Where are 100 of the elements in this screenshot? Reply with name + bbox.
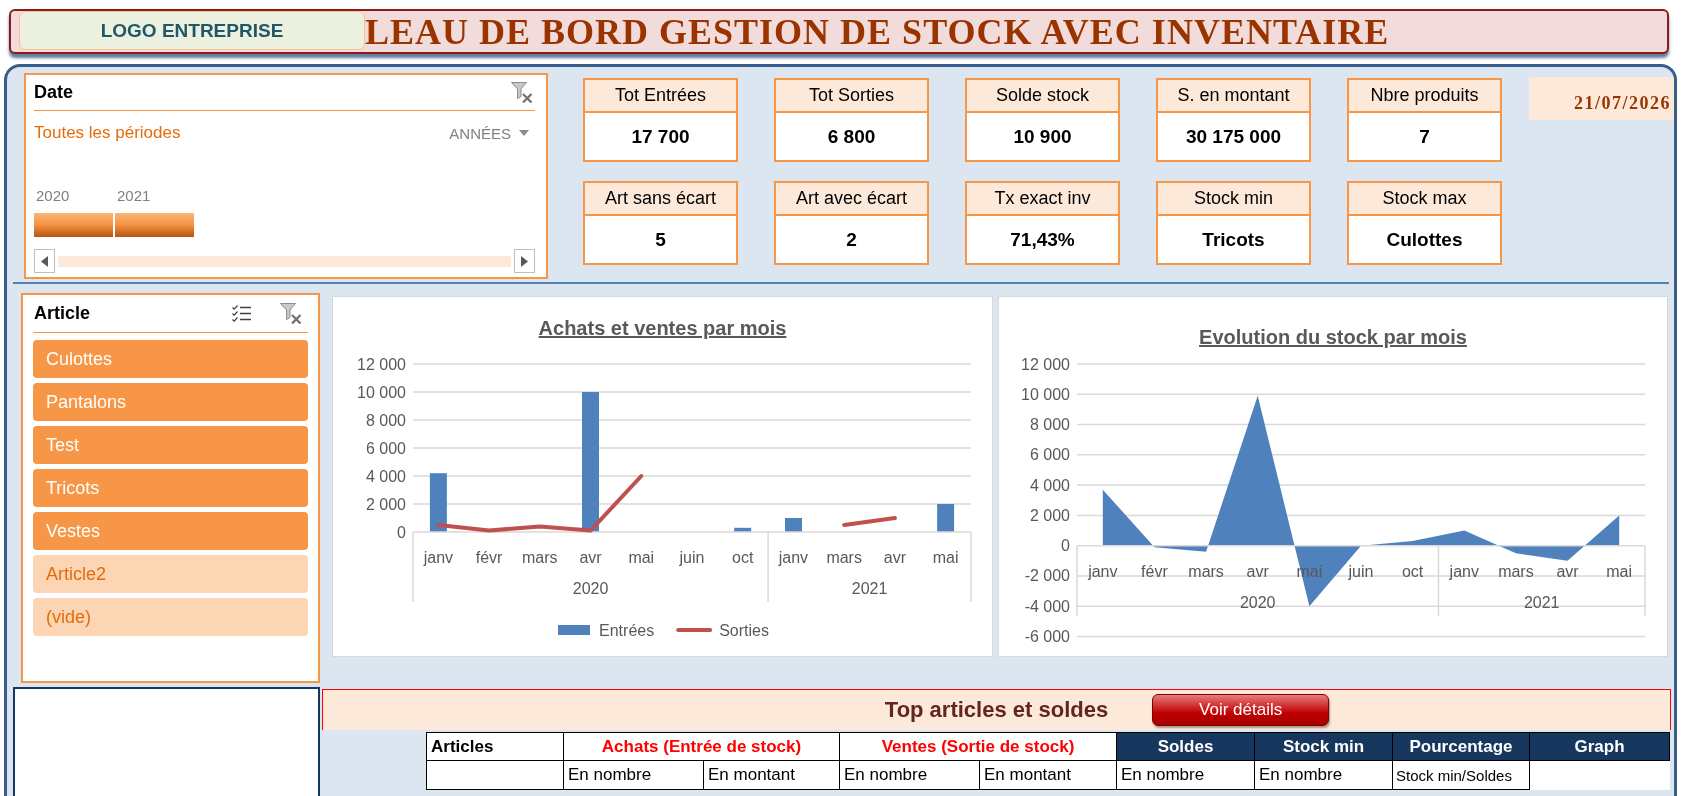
column-subheader: En nombre (1116, 760, 1255, 790)
x-axis-label: mai (1606, 562, 1633, 580)
kpi-label: Nbre produits (1349, 80, 1500, 113)
y-axis-label: -2 000 (1024, 567, 1070, 585)
column-subheader: En montant (979, 760, 1117, 790)
slicer-item[interactable]: Pantalons (33, 383, 308, 421)
period-unit-dropdown[interactable]: ANNÉES (449, 124, 529, 142)
legend-label: Sorties (719, 622, 769, 639)
slicer-title: Article (34, 303, 91, 324)
caret-icon (519, 130, 529, 136)
kpi-value: 30 175 000 (1185, 125, 1282, 148)
x-axis-label: mars (1498, 562, 1534, 580)
kpi-label: Stock max (1349, 183, 1500, 216)
chart-title: Achats et ventes par mois (538, 317, 787, 339)
y-axis-label: 8 000 (1029, 416, 1070, 434)
kpi-label: S. en montant (1158, 80, 1309, 113)
x-axis-label: avr (883, 549, 907, 566)
x-axis-label: févr (475, 549, 503, 566)
timeline-bar[interactable] (115, 213, 194, 237)
year-axis-label: 2020 (1239, 593, 1276, 611)
scrollbar-track[interactable] (58, 255, 511, 267)
year-axis-label: 2021 (1523, 593, 1560, 611)
kpi-value: Culottes (1386, 228, 1463, 251)
scroll-right-button[interactable] (514, 249, 535, 273)
kpi-value: 6 800 (827, 125, 876, 148)
year-label: 2020 (36, 186, 70, 206)
x-axis-label: janv (778, 549, 809, 566)
section-title: Top articles et soldes (884, 697, 1109, 723)
x-axis-label: mars (826, 549, 862, 566)
dashboard-title: LEAU DE BORD GESTION DE STOCK AVEC INVENTAIRE (365, 11, 1390, 52)
kpi-value: 7 (1419, 125, 1430, 148)
x-axis-label: janv (1449, 562, 1479, 580)
slicer-title: Date (34, 82, 73, 103)
y-axis-label: 8 000 (365, 411, 406, 429)
x-axis-label: oct (732, 549, 754, 566)
y-axis-label: 10 000 (357, 383, 406, 401)
column-header: Pourcentage (1392, 732, 1530, 761)
x-axis-label: mai (932, 549, 959, 566)
slicer-item[interactable]: Article2 (33, 555, 308, 593)
y-axis-label: 10 000 (1021, 385, 1070, 403)
slicer-item[interactable]: Vestes (33, 512, 308, 550)
kpi-label: Stock min (1158, 183, 1309, 216)
y-axis-label: 0 (1061, 537, 1070, 555)
kpi-label: Tot Entrées (585, 80, 736, 113)
details-button[interactable]: Voir détails (1152, 694, 1330, 726)
date-display: 21/07/2026 (1529, 77, 1674, 120)
period-selection-label: Toutes les périodes (34, 123, 181, 143)
slicer-item[interactable]: Test (33, 426, 308, 464)
chart-bar (937, 504, 955, 532)
y-axis-label: 12 000 (357, 355, 406, 373)
kpi-value: 17 700 (631, 125, 690, 148)
x-axis-label: févr (1141, 562, 1168, 580)
x-axis-label: mars (522, 549, 558, 566)
y-axis-label: 4 000 (1029, 476, 1070, 494)
y-axis-label: 6 000 (365, 439, 406, 457)
column-subheader: Stock min/Soldes (1392, 760, 1530, 790)
kpi-label: Tot Sorties (776, 80, 927, 113)
chart-bar (429, 473, 447, 532)
kpi-label: Art sans écart (585, 183, 736, 216)
column-header: Graph (1529, 732, 1670, 761)
left-triangle-icon (41, 255, 48, 267)
legend-swatch-icon (558, 625, 591, 635)
timeline-bar[interactable] (34, 213, 113, 237)
x-axis-label: avr (1556, 562, 1579, 580)
x-axis-label: mars (1188, 562, 1224, 580)
kpi-label: Tx exact inv (967, 183, 1118, 216)
legend-label: Entrées (599, 622, 655, 639)
x-axis-label: avr (1246, 562, 1269, 580)
kpi-value: 10 900 (1013, 125, 1072, 148)
company-logo: LOGO ENTREPRISE (19, 11, 365, 50)
x-axis-label: janv (1088, 562, 1118, 580)
x-axis-label: avr (579, 549, 602, 566)
column-header: Soldes (1116, 732, 1255, 761)
column-header: Achats (Entrée de stock) (563, 732, 840, 761)
kpi-value: Tricots (1202, 228, 1265, 251)
legend-line-icon (676, 628, 713, 632)
column-subheader: En nombre (563, 760, 704, 790)
scroll-left-button[interactable] (34, 249, 55, 273)
column-header: Articles (426, 732, 564, 761)
kpi-value: 71,43% (1010, 228, 1075, 251)
y-axis-label: 6 000 (1029, 446, 1070, 464)
multi-select-icon[interactable] (232, 304, 251, 323)
year-axis-label: 2020 (572, 580, 609, 597)
y-axis-label: -4 000 (1024, 597, 1070, 615)
y-axis-label: 0 (397, 523, 406, 541)
right-triangle-icon (521, 255, 528, 267)
slicer-item[interactable]: (vide) (33, 598, 308, 636)
column-header: Stock min (1254, 732, 1393, 761)
year-label: 2021 (117, 186, 151, 206)
slicer-item[interactable]: Culottes (33, 340, 308, 378)
column-header: Ventes (Sortie de stock) (839, 732, 1117, 761)
chart-bar (785, 518, 802, 532)
clear-filter-icon[interactable] (511, 82, 533, 103)
slicer-item[interactable]: Tricots (33, 469, 308, 507)
chart-bar (734, 527, 752, 532)
x-axis-label: juin (679, 549, 705, 566)
x-axis-label: juin (1348, 562, 1374, 580)
kpi-value: 5 (655, 228, 666, 251)
column-subheader: En nombre (839, 760, 980, 790)
clear-filter-icon[interactable] (280, 303, 302, 324)
